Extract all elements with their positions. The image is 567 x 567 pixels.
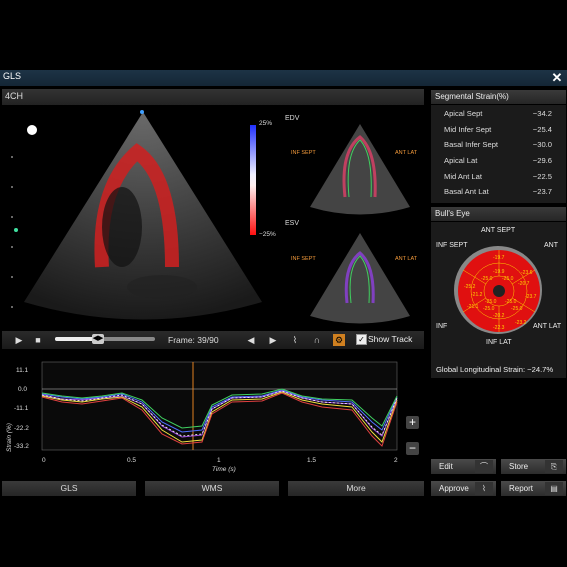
segment-label: Basal Ant Lat xyxy=(444,187,489,196)
segment-value: -23.6 xyxy=(521,270,533,276)
x-tick: 1 xyxy=(217,457,221,464)
segment-value: -19.7 xyxy=(493,255,505,261)
scale-bottom-label: −25% xyxy=(259,231,276,238)
curve-icon[interactable]: ∩ xyxy=(311,334,323,346)
y-axis-label: Strain (%) xyxy=(6,423,13,452)
bulls-eye-chart: -19.7 -19.9 -23.6 -25.0 -25.0 -20.7 -25.… xyxy=(454,246,542,334)
segment-label: Mid Ant Lat xyxy=(444,172,482,181)
segment-label: Apical Lat xyxy=(444,156,478,165)
tab-gls[interactable]: GLS xyxy=(2,481,136,496)
segment-value: -21.1 xyxy=(467,304,479,310)
segment-label: Mid Infer Sept xyxy=(444,125,492,134)
inf-label: INF xyxy=(436,323,448,330)
segment-value: -25.2 xyxy=(464,284,476,290)
edv-label: EDV xyxy=(285,115,300,122)
store-icon: ⎘ xyxy=(545,460,563,473)
segment-value: −23.7 xyxy=(532,187,552,196)
segment-label: Basal Infer Sept xyxy=(444,140,499,149)
orientation-icon xyxy=(27,125,37,135)
view-header: 4CH xyxy=(2,89,424,105)
echo-image xyxy=(11,110,262,320)
segment-value: −25.4 xyxy=(532,125,552,134)
edit-label: Edit xyxy=(439,462,453,471)
y-tick: -11.1 xyxy=(14,405,29,412)
report-label: Report xyxy=(509,484,534,493)
ant-sept-label: ANT SEPT xyxy=(481,227,516,234)
segment-value: -25.0 xyxy=(511,306,523,312)
edit-curve-icon: ⌒ xyxy=(475,460,493,473)
segment-value: -20.7 xyxy=(518,281,530,287)
edit-button[interactable]: Edit ⌒ xyxy=(431,459,496,474)
edv-image xyxy=(310,124,410,215)
bulls-eye-title: Bull's Eye xyxy=(435,209,470,218)
y-tick: 11.1 xyxy=(16,367,29,374)
y-tick: -22.2 xyxy=(14,425,29,432)
esv-image xyxy=(310,233,410,324)
report-button[interactable]: Report ▤ xyxy=(501,481,566,496)
segment-value: -19.9 xyxy=(493,269,505,275)
bulls-eye-panel: ANT SEPT INF SEPT ANT INF ANT LAT INF LA… xyxy=(431,222,566,378)
x-tick: 2 xyxy=(394,457,398,464)
segment-value: -25.0 xyxy=(481,276,493,282)
frame-counter: Frame: 39/90 xyxy=(168,335,219,345)
x-tick: 0 xyxy=(42,457,46,464)
next-frame-icon[interactable]: ▶ xyxy=(267,334,279,346)
x-tick: 1.5 xyxy=(307,457,316,464)
approve-label: Approve xyxy=(439,484,469,493)
scale-top-label: 25% xyxy=(259,120,273,127)
y-tick: 0.0 xyxy=(18,386,27,393)
play-icon[interactable]: ▶ xyxy=(13,334,25,346)
segment-value: -21.2 xyxy=(471,292,483,298)
show-track-label: Show Track xyxy=(368,334,413,344)
frame-slider-fill xyxy=(55,337,95,341)
segment-value: −30.0 xyxy=(532,140,552,149)
title-bar: GLS xyxy=(0,70,567,86)
segment-value: -23.7 xyxy=(525,294,537,300)
segment-value: -20.2 xyxy=(493,313,505,319)
tab-wms[interactable]: WMS xyxy=(145,481,279,496)
settings-icon[interactable]: ⚙ xyxy=(333,334,345,346)
y-tick: -33.2 xyxy=(14,443,29,450)
report-icon: ▤ xyxy=(545,482,563,495)
zoom-in-button[interactable]: + xyxy=(406,416,419,429)
strain-curve-chart: 11.1 0.0 -11.1 -22.2 -33.2 0 0.5 1 1.5 2… xyxy=(6,361,398,473)
inf-lat-label: INF LAT xyxy=(486,339,512,346)
segment-label: Apical Sept xyxy=(444,109,483,118)
segment-value: −34.2 xyxy=(532,109,552,118)
segment-value: -25.0 xyxy=(483,306,495,312)
close-icon[interactable]: ✕ xyxy=(550,70,564,86)
trace-icon[interactable]: ⌇ xyxy=(289,334,301,346)
segment-value: -23.2 xyxy=(515,320,527,326)
x-tick: 0.5 xyxy=(127,457,136,464)
segment-value: -25.0 xyxy=(485,299,497,305)
side-views: EDV INF SEPT ANT LAT ESV INF SEPT ANT LA… xyxy=(285,107,424,330)
prev-frame-icon[interactable]: ◀ xyxy=(245,334,257,346)
frame-slider-handle[interactable]: ◀▶ xyxy=(92,334,104,344)
view-label: 4CH xyxy=(5,91,24,101)
ant-label: ANT xyxy=(544,242,558,249)
tab-more[interactable]: More xyxy=(288,481,424,496)
segment-value: -22.3 xyxy=(493,325,505,331)
main-echo-view[interactable]: 25% −25% xyxy=(2,107,285,330)
segmental-list: Apical Sept −34.2 Mid Infer Sept −25.4 Bas… xyxy=(431,105,566,203)
window-title: GLS xyxy=(3,71,22,81)
segment-value: −29.6 xyxy=(532,156,552,165)
segmental-header: Segmental Strain(%) xyxy=(431,90,566,104)
gls-value: Global Longitudinal Strain: −24.7% xyxy=(436,365,554,374)
show-track-checkbox[interactable]: ✓ xyxy=(356,334,367,345)
x-axis-label: Time (s) xyxy=(212,466,236,473)
esv-label: ESV xyxy=(285,220,300,227)
segment-value: −22.5 xyxy=(532,172,552,181)
store-button[interactable]: Store ⎘ xyxy=(501,459,566,474)
zoom-out-button[interactable]: − xyxy=(406,442,419,455)
approve-button[interactable]: Approve ⌇ xyxy=(431,481,496,496)
strain-graph-panel: 11.1 0.0 -11.1 -22.2 -33.2 0 0.5 1 1.5 2… xyxy=(2,352,424,477)
stop-icon[interactable]: ■ xyxy=(32,334,44,346)
segment-value: -25.0 xyxy=(505,299,517,305)
approve-icon: ⌇ xyxy=(475,482,493,495)
bulls-eye-header: Bull's Eye xyxy=(431,207,566,221)
segment-value: -25.0 xyxy=(502,276,514,282)
segmental-title: Segmental Strain(%) xyxy=(435,92,509,101)
store-label: Store xyxy=(509,462,529,471)
